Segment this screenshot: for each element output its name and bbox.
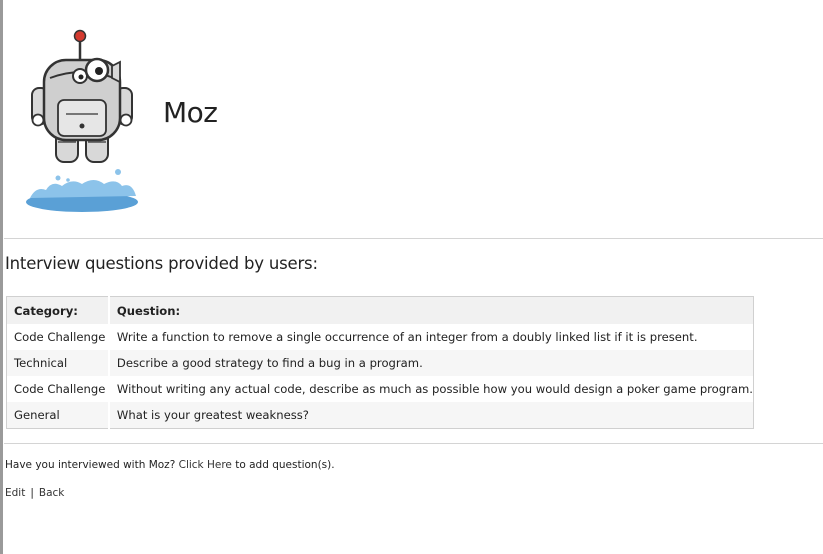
row-question: Without writing any actual code, describ… — [108, 376, 754, 402]
row-question: What is your greatest weakness? — [108, 402, 754, 429]
click-here-link[interactable]: Click Here — [179, 459, 232, 471]
table-row: Technical Describe a good strategy to fi… — [6, 350, 754, 376]
column-header-question: Question: — [108, 296, 754, 324]
edit-link[interactable]: Edit — [5, 487, 25, 499]
row-category: Technical — [6, 350, 110, 376]
table-header-row: Category: Question: — [6, 296, 754, 324]
link-separator: | — [30, 487, 34, 499]
divider-top — [4, 238, 823, 239]
footer-links: Edit | Back — [5, 487, 64, 499]
back-link[interactable]: Back — [39, 487, 65, 499]
table-row: Code Challenge Without writing any actua… — [6, 376, 754, 402]
interview-questions-table: Category: Question: Code Challenge Write… — [6, 296, 754, 429]
column-header-category: Category: — [6, 296, 110, 324]
prompt-text-before: Have you interviewed with Moz? — [5, 459, 176, 471]
prompt-text-after: to add question(s). — [235, 459, 335, 471]
table-row: Code Challenge Write a function to remov… — [6, 324, 754, 350]
roger-mozbot-robot-icon — [26, 29, 138, 212]
row-category: Code Challenge — [6, 376, 110, 402]
divider-bottom — [4, 443, 823, 444]
row-question: Describe a good strategy to find a bug i… — [108, 350, 754, 376]
section-title: Interview questions provided by users: — [5, 254, 318, 273]
company-name: Moz — [163, 96, 218, 129]
company-header: Moz — [0, 0, 823, 238]
row-question: Write a function to remove a single occu… — [108, 324, 754, 350]
add-question-prompt: Have you interviewed with Moz? Click Her… — [5, 459, 335, 471]
row-category: Code Challenge — [6, 324, 110, 350]
row-category: General — [6, 402, 110, 429]
table-row: General What is your greatest weakness? — [6, 402, 754, 429]
